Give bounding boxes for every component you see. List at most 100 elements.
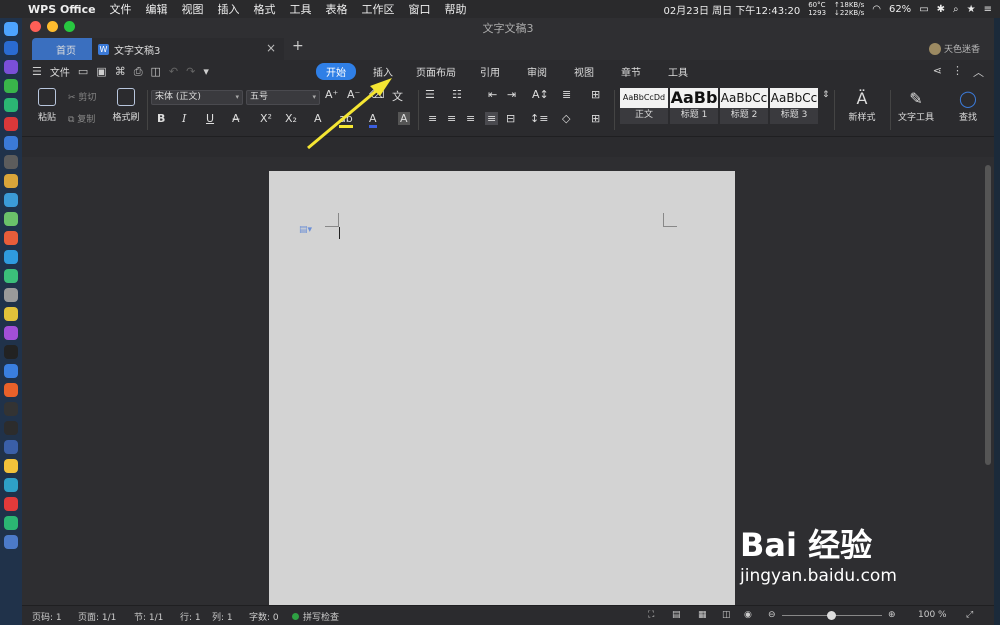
outline-view-icon[interactable]: ▦ (698, 610, 707, 620)
tab-document[interactable]: W 文字文稿3 × (92, 38, 284, 60)
copy-button[interactable]: ⧉ 复制 (68, 112, 95, 125)
paste-button[interactable]: 粘贴 (30, 88, 64, 123)
hamburger-icon[interactable]: ☰ (32, 65, 42, 78)
print-preview-icon[interactable]: ◫ (151, 65, 161, 78)
bluetooth-icon[interactable]: ✱ (937, 4, 945, 15)
tab-sections[interactable]: 章节 (621, 64, 641, 79)
menu-window[interactable]: 窗口 (409, 1, 431, 17)
status-word-count[interactable]: 字数: 0 (249, 610, 279, 623)
numbered-list-icon[interactable]: ☷ (452, 88, 462, 101)
clock[interactable]: 02月23日 周日 下午12:43:20 (664, 2, 801, 17)
finder-icon[interactable] (4, 22, 18, 36)
status-section[interactable]: 节: 1/1 (134, 610, 163, 623)
phonetic-icon[interactable]: 文 (392, 88, 403, 104)
save-icon[interactable]: ▣ (96, 65, 106, 78)
strikethrough-icon[interactable]: A̶ (232, 112, 240, 125)
spell-check-toggle[interactable]: 拼写检查 (292, 610, 339, 623)
grow-font-icon[interactable]: A⁺ (325, 88, 338, 101)
menu-view[interactable]: 视图 (182, 1, 204, 17)
battery-percent[interactable]: 62% (889, 4, 911, 15)
app-icon-crimson[interactable] (4, 497, 18, 511)
document-page[interactable]: ▤▾ (269, 171, 735, 605)
line-spacing-icon[interactable]: ≣ (562, 88, 571, 101)
tab-tools[interactable]: 工具 (668, 64, 688, 79)
status-pages[interactable]: 页面: 1/1 (78, 610, 116, 623)
menu-workspace[interactable]: 工作区 (362, 1, 395, 17)
app-icon-gray[interactable] (4, 155, 18, 169)
style-heading-3[interactable]: AaBbCc 标题 3 (770, 88, 818, 124)
zoom-slider-handle[interactable] (827, 611, 836, 620)
app-icon-skyblue[interactable] (4, 250, 18, 264)
print-icon[interactable]: ⎙ (134, 65, 143, 79)
text-effect-icon[interactable]: A (314, 112, 322, 125)
file-menu-button[interactable]: 文件 (50, 64, 70, 79)
redo-icon[interactable]: ↷ (186, 65, 195, 78)
tab-start[interactable]: 开始 (316, 63, 356, 80)
app-icon-blue[interactable] (4, 136, 18, 150)
table-icon[interactable]: ⊞ (591, 88, 600, 101)
star-icon[interactable]: ★ (967, 4, 976, 15)
clear-format-icon[interactable]: ⌫ (369, 88, 385, 101)
safari-icon[interactable] (4, 41, 18, 55)
status-column[interactable]: 列: 1 (212, 610, 233, 623)
open-folder-icon[interactable]: ▭ (78, 65, 88, 78)
zoom-level[interactable]: 100 % (918, 610, 947, 620)
superscript-icon[interactable]: X² (260, 112, 272, 125)
menu-edit[interactable]: 编辑 (146, 1, 168, 17)
italic-icon[interactable]: I (182, 112, 186, 125)
font-size-select[interactable]: 五号 ▾ (246, 90, 320, 105)
menu-table[interactable]: 表格 (326, 1, 348, 17)
decrease-indent-icon[interactable]: ⇤ (488, 88, 497, 101)
app-icon-dark[interactable] (4, 421, 18, 435)
paint-icon[interactable]: ⌘ (115, 65, 126, 78)
customize-icon[interactable]: ▾ (203, 65, 209, 78)
shrink-font-icon[interactable]: A⁻ (347, 88, 360, 101)
close-tab-icon[interactable]: × (266, 41, 276, 55)
increase-indent-icon[interactable]: ⇥ (507, 88, 516, 101)
app-icon-vivid[interactable] (4, 383, 18, 397)
distributed-icon[interactable]: ⊟ (506, 112, 515, 125)
user-account[interactable]: 天色迷香 (928, 42, 980, 55)
vpn-icon[interactable] (4, 440, 18, 454)
share-icon[interactable]: ⋖ (933, 64, 942, 80)
style-scroll-icon[interactable]: ⇕ (822, 90, 830, 100)
appstore-icon[interactable] (4, 364, 18, 378)
tab-page-layout[interactable]: 页面布局 (416, 64, 456, 79)
subscript-icon[interactable]: X₂ (285, 112, 297, 125)
menu-help[interactable]: 帮助 (445, 1, 467, 17)
find-button[interactable]: ◯ 查找 (954, 88, 982, 123)
zoom-out-icon[interactable]: ⊖ (768, 610, 776, 620)
app-icon-y[interactable] (4, 459, 18, 473)
tab-home[interactable]: 首页 (32, 38, 100, 60)
style-heading-2[interactable]: AaBbCc 标题 2 (720, 88, 768, 124)
bullet-list-icon[interactable]: ☰ (425, 88, 435, 101)
app-icon-purple[interactable] (4, 326, 18, 340)
style-normal[interactable]: AaBbCcDd 正文 (620, 88, 668, 124)
app-icon-green[interactable] (4, 212, 18, 226)
search-icon[interactable]: ⌕ (953, 4, 959, 15)
new-tab-button[interactable]: + (292, 38, 304, 54)
page-view-icon[interactable]: ▤ (672, 610, 681, 620)
control-center-icon[interactable]: ≡ (984, 4, 992, 15)
menu-format[interactable]: 格式 (254, 1, 276, 17)
align-right-icon[interactable]: ≡ (466, 112, 475, 125)
underline-icon[interactable]: U (206, 112, 214, 125)
tab-view[interactable]: 视图 (574, 64, 594, 79)
bold-icon[interactable]: B (157, 112, 165, 125)
app-icon-orange[interactable] (4, 231, 18, 245)
app-icon-red[interactable] (4, 117, 18, 131)
collapse-ribbon-icon[interactable]: ︿ (973, 64, 984, 80)
app-icon-emerald[interactable] (4, 516, 18, 530)
align-center-icon[interactable]: ≡ (447, 112, 456, 125)
paragraph-spacing-icon[interactable]: ↕≡ (530, 112, 548, 125)
web-view-icon[interactable]: ◫ (722, 610, 731, 620)
status-page-number[interactable]: 页码: 1 (32, 610, 62, 623)
zoom-in-icon[interactable]: ⊕ (888, 610, 896, 620)
menu-file[interactable]: 文件 (110, 1, 132, 17)
app-icon-teal[interactable] (4, 478, 18, 492)
focus-mode-icon[interactable]: ⛶ (648, 610, 654, 620)
app-icon-mint[interactable] (4, 269, 18, 283)
eye-protection-icon[interactable]: ◉ (744, 610, 752, 620)
app-icon-cyan[interactable] (4, 193, 18, 207)
terminal-icon[interactable] (4, 402, 18, 416)
